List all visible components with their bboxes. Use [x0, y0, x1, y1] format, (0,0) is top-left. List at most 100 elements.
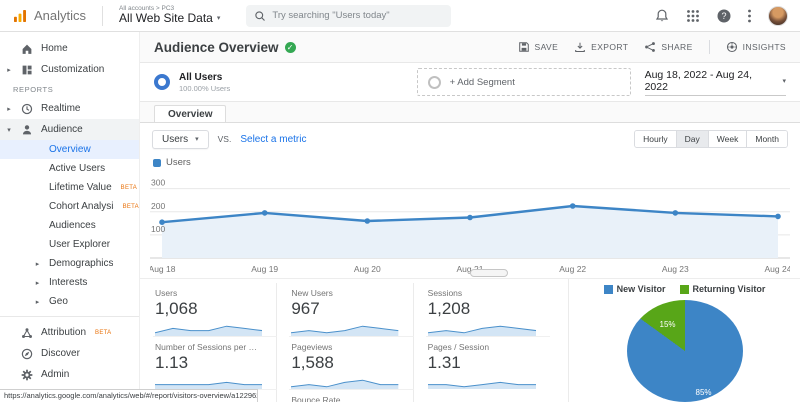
property-name: All Web Site Data	[119, 11, 213, 26]
sidebar-item-discover[interactable]: Discover	[0, 343, 139, 364]
svg-text:300: 300	[151, 178, 165, 188]
date-range-picker[interactable]: Aug 18, 2022 - Aug 24, 2022 ▾	[644, 69, 786, 96]
svg-text:Aug 22: Aug 22	[559, 264, 586, 274]
metric-card-new-users[interactable]: New Users 967	[289, 283, 414, 336]
beta-badge: BETA	[120, 184, 138, 191]
sidebar-item-interests[interactable]: ▸ Interests	[0, 273, 139, 292]
sidebar-item-admin[interactable]: Admin	[0, 364, 139, 385]
metric-value: 1.13	[155, 353, 189, 372]
segment-bar: All Users 100.00% Users + Add Segment Au…	[140, 62, 800, 102]
apps-grid-icon[interactable]	[685, 8, 701, 24]
analytics-logo[interactable]: Analytics	[12, 8, 86, 24]
chevron-right-icon[interactable]: ▸	[5, 105, 13, 113]
add-segment-button[interactable]: + Add Segment	[416, 68, 631, 96]
chevron-down-icon: ▾	[195, 136, 199, 143]
sidebar-item-customization[interactable]: ▸ Customization	[0, 59, 139, 80]
sidebar-item-overview[interactable]: Overview	[0, 140, 139, 159]
property-switcher[interactable]: All accounts > PC3 All Web Site Data ▾	[119, 5, 220, 25]
actions-divider	[708, 40, 710, 54]
sidebar-item-label: Discover	[41, 348, 80, 359]
sidebar-item-realtime[interactable]: ▸ Realtime	[0, 98, 139, 119]
search-input[interactable]	[272, 10, 444, 21]
sidebar-item-home[interactable]: Home	[0, 38, 139, 59]
chart-scrollbar-thumb[interactable]	[470, 269, 508, 277]
action-label: EXPORT	[591, 42, 629, 52]
metric-select-dropdown[interactable]: Users ▾	[152, 129, 209, 149]
chevron-down-icon[interactable]: ▾	[5, 126, 13, 134]
legend-label: Returning Visitor	[692, 284, 766, 294]
metric-card-users[interactable]: Users 1,068	[153, 283, 278, 336]
sidebar-item-label: Geo	[49, 296, 68, 307]
svg-text:Aug 23: Aug 23	[662, 264, 689, 274]
vs-label: VS.	[217, 134, 232, 144]
discover-icon	[20, 347, 34, 361]
metric-card-pages-session[interactable]: Pages / Session 1.31	[425, 336, 550, 389]
user-avatar[interactable]	[768, 5, 788, 26]
select-metric-link[interactable]: Select a metric	[240, 134, 306, 145]
sidebar-item-lifetime-value[interactable]: Lifetime Value BETA	[0, 178, 139, 197]
chevron-right-icon[interactable]: ▸	[5, 66, 13, 74]
action-label: SAVE	[534, 42, 559, 52]
metric-label: New Users	[291, 288, 333, 298]
chevron-right-icon[interactable]: ▸	[33, 298, 42, 306]
sidebar-item-audience[interactable]: ▾ Audience	[0, 119, 139, 140]
metric-label: Sessions	[427, 288, 463, 298]
chevron-right-icon[interactable]: ▸	[33, 279, 42, 287]
metric-card-sessions[interactable]: Sessions 1,208	[426, 283, 550, 336]
sidebar-item-cohort-analysis[interactable]: Cohort Analysis BETA	[0, 197, 139, 216]
admin-icon	[20, 368, 34, 382]
svg-text:Aug 20: Aug 20	[354, 264, 381, 274]
metric-card-pageviews[interactable]: Pageviews 1,588	[289, 336, 414, 389]
sidebar-item-geo[interactable]: ▸ Geo	[0, 292, 139, 311]
sidebar-item-active-users[interactable]: Active Users	[0, 159, 139, 178]
users-line-chart[interactable]: 100 200 300 Aug 18 Aug 19 Aug 20 Aug 21 Aug 22 A…	[140, 170, 800, 278]
brand-name: Analytics	[34, 8, 87, 23]
insights-button[interactable]: INSIGHTS	[726, 41, 786, 53]
export-button[interactable]: EXPORT	[574, 41, 628, 53]
chevron-right-icon[interactable]: ▸	[33, 260, 42, 268]
granularity-toggle: Hourly Day Week Month	[634, 130, 788, 148]
sidebar-item-label: Attribution	[41, 327, 87, 338]
notifications-bell-icon[interactable]	[654, 8, 670, 24]
metric-value: 1,588	[291, 353, 334, 372]
realtime-icon	[20, 102, 34, 116]
metric-card-bounce-rate[interactable]: Bounce Rate	[289, 389, 414, 402]
sidebar-item-label: Active Users	[49, 163, 106, 174]
overview-panel: Users ▾ VS. Select a metric Hourly Day Wee…	[140, 122, 800, 402]
pie-legend-new-visitor[interactable]: New Visitor	[603, 284, 666, 294]
granularity-week[interactable]: Week	[707, 131, 747, 147]
metric-label: Number of Sessions per User	[155, 342, 263, 352]
svg-text:Aug 18: Aug 18	[150, 264, 176, 274]
visitor-pie-chart[interactable]: 85% 15%	[626, 300, 743, 402]
svg-text:Aug 19: Aug 19	[251, 264, 278, 274]
granularity-hourly[interactable]: Hourly	[635, 131, 676, 147]
sidebar-item-label: Home	[41, 43, 68, 54]
granularity-month[interactable]: Month	[746, 131, 787, 147]
pie-label-returning-visitor: 15%	[659, 320, 676, 329]
segment-label: All Users	[179, 71, 223, 83]
sidebar-item-audiences[interactable]: Audiences	[0, 216, 139, 235]
more-vert-icon[interactable]	[747, 8, 753, 24]
sidebar-item-user-explorer[interactable]: User Explorer	[0, 235, 139, 254]
segment-sublabel: 100.00% Users	[179, 83, 231, 93]
help-icon[interactable]: ?	[716, 8, 732, 24]
sidebar-item-label: Audiences	[49, 220, 96, 231]
metric-value: 967	[291, 299, 320, 318]
sidebar-item-label: User Explorer	[49, 239, 111, 250]
sidebar-item-demographics[interactable]: ▸ Demographics	[0, 254, 139, 273]
metric-value: 1,208	[427, 299, 471, 318]
tab-overview[interactable]: Overview	[154, 105, 227, 123]
sidebar-item-attribution[interactable]: Attribution BETA	[0, 322, 139, 343]
segment-all-users[interactable]: All Users 100.00% Users	[154, 72, 403, 93]
analytics-logo-icon	[12, 8, 28, 24]
metric-card-number-of-sessions-per-user[interactable]: Number of Sessions per User 1.13	[153, 336, 278, 389]
pie-legend-returning-visitor[interactable]: Returning Visitor	[679, 284, 766, 294]
share-icon	[644, 41, 656, 53]
action-label: SHARE	[661, 42, 693, 52]
save-button[interactable]: SAVE	[518, 41, 559, 53]
granularity-day[interactable]: Day	[675, 131, 708, 147]
action-label: INSIGHTS	[742, 42, 786, 52]
share-button[interactable]: SHARE	[644, 41, 692, 53]
sidebar-item-label: Lifetime Value	[49, 182, 112, 193]
search-box[interactable]	[246, 4, 452, 27]
